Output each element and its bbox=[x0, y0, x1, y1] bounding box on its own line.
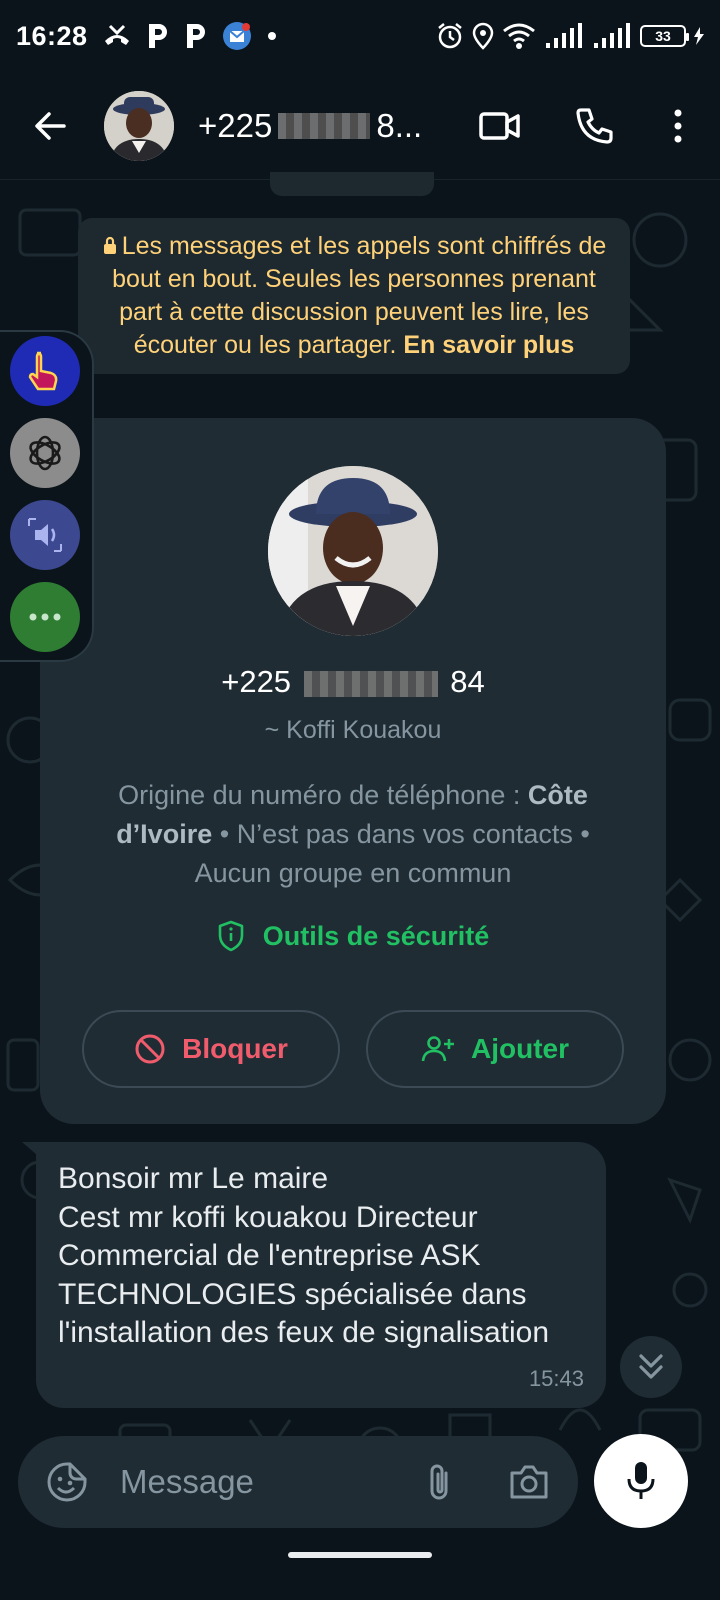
pointing-hand-icon bbox=[28, 351, 58, 391]
scroll-to-bottom-button[interactable] bbox=[620, 1336, 682, 1398]
mail-app-icon bbox=[222, 21, 252, 51]
speaker-icon bbox=[28, 518, 62, 552]
contact-profile-photo[interactable] bbox=[268, 466, 438, 636]
encryption-notice[interactable]: Les messages et les appels sont chiffrés… bbox=[78, 218, 630, 374]
date-chip bbox=[270, 172, 434, 196]
contact-origin-info: Origine du numéro de téléphone : Côte d’… bbox=[80, 776, 626, 893]
status-time: 16:28 bbox=[16, 20, 88, 51]
block-icon bbox=[135, 1034, 165, 1064]
audio-tool-button[interactable] bbox=[10, 500, 80, 570]
learn-more-link[interactable]: En savoir plus bbox=[403, 331, 574, 359]
parking-app-icon bbox=[146, 22, 170, 50]
chatgpt-button[interactable] bbox=[10, 418, 80, 488]
arrow-left-icon bbox=[35, 111, 66, 140]
battery-indicator: 33 bbox=[640, 25, 689, 47]
title-prefix: +225 bbox=[198, 106, 273, 144]
double-chevron-down-icon bbox=[639, 1354, 663, 1379]
voice-call-button[interactable] bbox=[564, 96, 624, 156]
title-suffix: 8... bbox=[376, 106, 423, 144]
paperclip-icon bbox=[430, 1464, 448, 1500]
message-time: 15:43 bbox=[528, 1365, 584, 1391]
message-text: Bonsoir mr Le maire Cest mr koffi kouako… bbox=[58, 1162, 550, 1349]
attach-button[interactable] bbox=[412, 1455, 466, 1509]
phone-suffix: 84 bbox=[450, 664, 485, 699]
signal-icon bbox=[544, 23, 584, 49]
phone-prefix: +225 bbox=[221, 664, 292, 699]
chatgpt-icon bbox=[29, 435, 61, 471]
redacted-number bbox=[278, 112, 371, 139]
voice-record-button[interactable] bbox=[594, 1434, 688, 1528]
contact-push-name: ~ Koffi Kouakou bbox=[264, 716, 442, 744]
chat-header: +225 8... bbox=[0, 72, 720, 180]
camera-button[interactable] bbox=[502, 1455, 556, 1509]
security-tools-link[interactable]: Outils de sécurité bbox=[40, 920, 666, 952]
origin-label: Origine du numéro de téléphone : bbox=[118, 780, 521, 810]
home-gesture-handle[interactable] bbox=[288, 1552, 432, 1558]
status-bar: 16:28 33 bbox=[0, 0, 720, 72]
system-nav-bar bbox=[0, 1538, 720, 1600]
contact-avatar[interactable] bbox=[104, 90, 174, 161]
add-label: Ajouter bbox=[471, 1033, 569, 1064]
block-button[interactable]: Bloquer bbox=[82, 1010, 340, 1088]
redacted-number bbox=[303, 670, 438, 697]
notification-dot-icon bbox=[266, 30, 278, 42]
back-button[interactable] bbox=[20, 96, 80, 156]
charging-icon bbox=[694, 27, 704, 45]
video-camera-icon bbox=[479, 111, 520, 140]
add-person-icon bbox=[421, 1036, 454, 1062]
contact-info-card: +225 84 ~ Koffi Kouakou Origine du numér… bbox=[40, 418, 666, 1124]
incoming-message[interactable]: Bonsoir mr Le maire Cest mr koffi kouako… bbox=[36, 1142, 606, 1408]
touch-assist-button[interactable] bbox=[10, 336, 80, 406]
emoji-sticker-button[interactable] bbox=[40, 1455, 94, 1509]
shield-icon bbox=[218, 920, 244, 952]
contact-details: • N’est pas dans vos contacts • Aucun gr… bbox=[194, 819, 590, 888]
more-tools-button[interactable] bbox=[10, 582, 80, 652]
block-label: Bloquer bbox=[182, 1033, 288, 1064]
location-icon bbox=[472, 22, 494, 50]
sticker-smiley-icon bbox=[47, 1462, 87, 1502]
more-horizontal-icon bbox=[29, 613, 61, 621]
contact-title[interactable]: +225 8... bbox=[198, 107, 438, 145]
security-tools-label: Outils de sécurité bbox=[262, 920, 490, 951]
video-call-button[interactable] bbox=[470, 96, 530, 156]
more-options-button[interactable] bbox=[648, 96, 708, 156]
signal-icon-2 bbox=[592, 23, 632, 49]
wifi-icon bbox=[502, 22, 536, 50]
contact-phone-number: +225 84 bbox=[40, 664, 666, 700]
message-input[interactable]: Message bbox=[120, 1463, 412, 1501]
microphone-icon bbox=[627, 1462, 655, 1499]
lock-icon bbox=[103, 236, 116, 254]
alarm-icon bbox=[436, 22, 464, 50]
more-vertical-icon bbox=[674, 109, 682, 142]
add-contact-button[interactable]: Ajouter bbox=[366, 1010, 624, 1088]
parking-app-icon-2 bbox=[184, 22, 208, 50]
phone-icon bbox=[576, 107, 613, 144]
message-composer: Message bbox=[18, 1436, 578, 1528]
camera-icon bbox=[510, 1465, 548, 1499]
floating-tool-panel bbox=[0, 330, 94, 662]
missed-call-icon bbox=[102, 23, 132, 49]
